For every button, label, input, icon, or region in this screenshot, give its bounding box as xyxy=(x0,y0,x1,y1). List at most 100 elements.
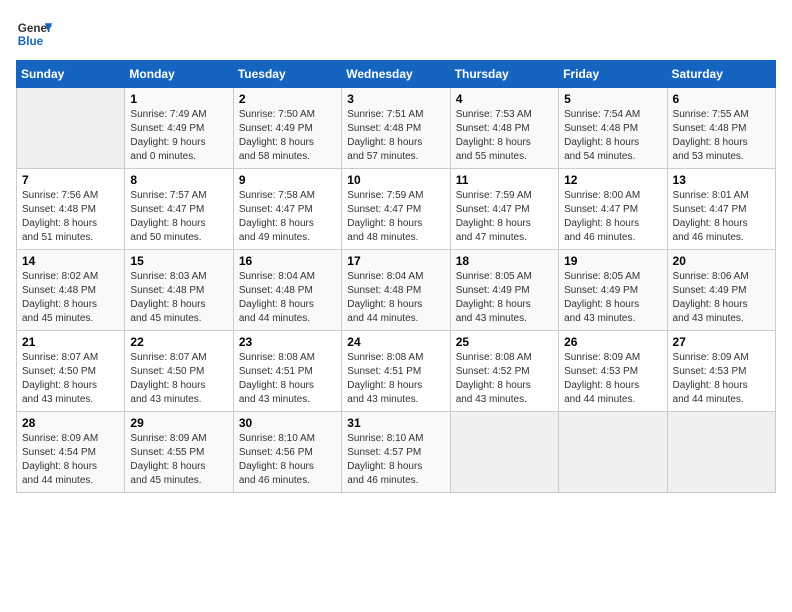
day-number: 23 xyxy=(239,335,336,349)
calendar-day-cell: 1 Sunrise: 7:49 AM Sunset: 4:49 PM Daylig… xyxy=(125,88,233,169)
day-number: 7 xyxy=(22,173,119,187)
day-info: Sunrise: 8:10 AM Sunset: 4:57 PM Dayligh… xyxy=(347,432,444,488)
day-info: Sunrise: 8:08 AM Sunset: 4:51 PM Dayligh… xyxy=(239,351,336,407)
calendar-day-cell: 26 Sunrise: 8:09 AM Sunset: 4:53 PM Dayli… xyxy=(559,331,667,412)
day-info: Sunrise: 8:08 AM Sunset: 4:52 PM Dayligh… xyxy=(456,351,553,407)
calendar-day-cell: 3Sunrise: 7:51 AM Sunset: 4:48 PM Daylig… xyxy=(342,88,450,169)
day-info: Sunrise: 8:09 AM Sunset: 4:55 PM Dayligh… xyxy=(130,432,227,488)
calendar-day-cell: 6Sunrise: 7:55 AM Sunset: 4:48 PM Daylig… xyxy=(667,88,775,169)
weekday-header-cell: Wednesday xyxy=(342,61,450,88)
day-info: Sunrise: 8:07 AM Sunset: 4:50 PM Dayligh… xyxy=(130,351,227,407)
calendar-day-cell: 29 Sunrise: 8:09 AM Sunset: 4:55 PM Dayli… xyxy=(125,412,233,493)
calendar-day-cell: 20 Sunrise: 8:06 AM Sunset: 4:49 PM Dayli… xyxy=(667,250,775,331)
day-info: Sunrise: 8:03 AM Sunset: 4:48 PM Dayligh… xyxy=(130,270,227,326)
weekday-header-row: SundayMondayTuesdayWednesdayThursdayFrid… xyxy=(17,61,776,88)
calendar-day-cell: 5 Sunrise: 7:54 AM Sunset: 4:48 PM Daylig… xyxy=(559,88,667,169)
day-number: 29 xyxy=(130,416,227,430)
day-info: Sunrise: 8:09 AM Sunset: 4:54 PM Dayligh… xyxy=(22,432,119,488)
day-number: 9 xyxy=(239,173,336,187)
calendar-week-row: 7 Sunrise: 7:56 AM Sunset: 4:48 PM Daylig… xyxy=(17,169,776,250)
day-info: Sunrise: 8:07 AM Sunset: 4:50 PM Dayligh… xyxy=(22,351,119,407)
day-number: 16 xyxy=(239,254,336,268)
weekday-header-cell: Sunday xyxy=(17,61,125,88)
day-info: Sunrise: 7:59 AM Sunset: 4:47 PM Dayligh… xyxy=(347,189,444,245)
day-number: 8 xyxy=(130,173,227,187)
day-info: Sunrise: 8:06 AM Sunset: 4:49 PM Dayligh… xyxy=(673,270,770,326)
calendar-day-cell: 11Sunrise: 7:59 AM Sunset: 4:47 PM Dayli… xyxy=(450,169,558,250)
calendar-body: 1 Sunrise: 7:49 AM Sunset: 4:49 PM Daylig… xyxy=(17,88,776,493)
weekday-header-cell: Friday xyxy=(559,61,667,88)
calendar-week-row: 14 Sunrise: 8:02 AM Sunset: 4:48 PM Dayli… xyxy=(17,250,776,331)
calendar-day-cell: 25 Sunrise: 8:08 AM Sunset: 4:52 PM Dayli… xyxy=(450,331,558,412)
day-number: 14 xyxy=(22,254,119,268)
calendar-week-row: 21 Sunrise: 8:07 AM Sunset: 4:50 PM Dayli… xyxy=(17,331,776,412)
day-number: 3 xyxy=(347,92,444,106)
calendar-day-cell xyxy=(450,412,558,493)
calendar-day-cell xyxy=(667,412,775,493)
calendar-day-cell: 24 Sunrise: 8:08 AM Sunset: 4:51 PM Dayli… xyxy=(342,331,450,412)
day-number: 13 xyxy=(673,173,770,187)
day-info: Sunrise: 8:09 AM Sunset: 4:53 PM Dayligh… xyxy=(564,351,661,407)
weekday-header-cell: Saturday xyxy=(667,61,775,88)
calendar-day-cell: 21 Sunrise: 8:07 AM Sunset: 4:50 PM Dayli… xyxy=(17,331,125,412)
day-number: 24 xyxy=(347,335,444,349)
calendar-day-cell: 15 Sunrise: 8:03 AM Sunset: 4:48 PM Dayli… xyxy=(125,250,233,331)
day-number: 20 xyxy=(673,254,770,268)
day-number: 1 xyxy=(130,92,227,106)
calendar-day-cell: 2Sunrise: 7:50 AM Sunset: 4:49 PM Daylig… xyxy=(233,88,341,169)
calendar-day-cell: 4Sunrise: 7:53 AM Sunset: 4:48 PM Daylig… xyxy=(450,88,558,169)
calendar-day-cell: 9 Sunrise: 7:58 AM Sunset: 4:47 PM Daylig… xyxy=(233,169,341,250)
calendar-day-cell: 22 Sunrise: 8:07 AM Sunset: 4:50 PM Dayli… xyxy=(125,331,233,412)
day-info: Sunrise: 8:01 AM Sunset: 4:47 PM Dayligh… xyxy=(673,189,770,245)
calendar-day-cell: 23 Sunrise: 8:08 AM Sunset: 4:51 PM Dayli… xyxy=(233,331,341,412)
day-number: 28 xyxy=(22,416,119,430)
weekday-header-cell: Monday xyxy=(125,61,233,88)
calendar-day-cell: 27Sunrise: 8:09 AM Sunset: 4:53 PM Dayli… xyxy=(667,331,775,412)
day-number: 4 xyxy=(456,92,553,106)
calendar-day-cell: 10 Sunrise: 7:59 AM Sunset: 4:47 PM Dayli… xyxy=(342,169,450,250)
day-number: 2 xyxy=(239,92,336,106)
day-number: 31 xyxy=(347,416,444,430)
day-info: Sunrise: 7:54 AM Sunset: 4:48 PM Dayligh… xyxy=(564,108,661,164)
weekday-header-cell: Thursday xyxy=(450,61,558,88)
day-number: 26 xyxy=(564,335,661,349)
day-info: Sunrise: 8:05 AM Sunset: 4:49 PM Dayligh… xyxy=(456,270,553,326)
calendar-day-cell: 8 Sunrise: 7:57 AM Sunset: 4:47 PM Daylig… xyxy=(125,169,233,250)
day-number: 25 xyxy=(456,335,553,349)
calendar-week-row: 1 Sunrise: 7:49 AM Sunset: 4:49 PM Daylig… xyxy=(17,88,776,169)
logo-icon: General Blue xyxy=(16,16,52,52)
day-info: Sunrise: 8:04 AM Sunset: 4:48 PM Dayligh… xyxy=(239,270,336,326)
calendar-day-cell: 14 Sunrise: 8:02 AM Sunset: 4:48 PM Dayli… xyxy=(17,250,125,331)
day-number: 15 xyxy=(130,254,227,268)
header: General Blue xyxy=(16,16,776,52)
day-info: Sunrise: 8:02 AM Sunset: 4:48 PM Dayligh… xyxy=(22,270,119,326)
day-number: 30 xyxy=(239,416,336,430)
day-info: Sunrise: 7:59 AM Sunset: 4:47 PM Dayligh… xyxy=(456,189,553,245)
calendar-day-cell: 7 Sunrise: 7:56 AM Sunset: 4:48 PM Daylig… xyxy=(17,169,125,250)
day-info: Sunrise: 7:56 AM Sunset: 4:48 PM Dayligh… xyxy=(22,189,119,245)
day-number: 22 xyxy=(130,335,227,349)
day-number: 27 xyxy=(673,335,770,349)
calendar-day-cell: 17 Sunrise: 8:04 AM Sunset: 4:48 PM Dayli… xyxy=(342,250,450,331)
day-number: 21 xyxy=(22,335,119,349)
day-info: Sunrise: 8:04 AM Sunset: 4:48 PM Dayligh… xyxy=(347,270,444,326)
calendar-day-cell: 30 Sunrise: 8:10 AM Sunset: 4:56 PM Dayli… xyxy=(233,412,341,493)
day-info: Sunrise: 8:00 AM Sunset: 4:47 PM Dayligh… xyxy=(564,189,661,245)
calendar-day-cell: 28 Sunrise: 8:09 AM Sunset: 4:54 PM Dayli… xyxy=(17,412,125,493)
day-number: 10 xyxy=(347,173,444,187)
calendar-day-cell: 12Sunrise: 8:00 AM Sunset: 4:47 PM Dayli… xyxy=(559,169,667,250)
day-number: 5 xyxy=(564,92,661,106)
day-info: Sunrise: 8:10 AM Sunset: 4:56 PM Dayligh… xyxy=(239,432,336,488)
calendar-day-cell: 18Sunrise: 8:05 AM Sunset: 4:49 PM Dayli… xyxy=(450,250,558,331)
day-info: Sunrise: 7:57 AM Sunset: 4:47 PM Dayligh… xyxy=(130,189,227,245)
day-info: Sunrise: 7:55 AM Sunset: 4:48 PM Dayligh… xyxy=(673,108,770,164)
calendar-day-cell: 19Sunrise: 8:05 AM Sunset: 4:49 PM Dayli… xyxy=(559,250,667,331)
day-number: 17 xyxy=(347,254,444,268)
svg-text:Blue: Blue xyxy=(18,35,44,48)
day-info: Sunrise: 8:05 AM Sunset: 4:49 PM Dayligh… xyxy=(564,270,661,326)
day-info: Sunrise: 8:08 AM Sunset: 4:51 PM Dayligh… xyxy=(347,351,444,407)
weekday-header-cell: Tuesday xyxy=(233,61,341,88)
calendar-day-cell: 31 Sunrise: 8:10 AM Sunset: 4:57 PM Dayli… xyxy=(342,412,450,493)
day-info: Sunrise: 7:58 AM Sunset: 4:47 PM Dayligh… xyxy=(239,189,336,245)
day-info: Sunrise: 7:49 AM Sunset: 4:49 PM Dayligh… xyxy=(130,108,227,164)
